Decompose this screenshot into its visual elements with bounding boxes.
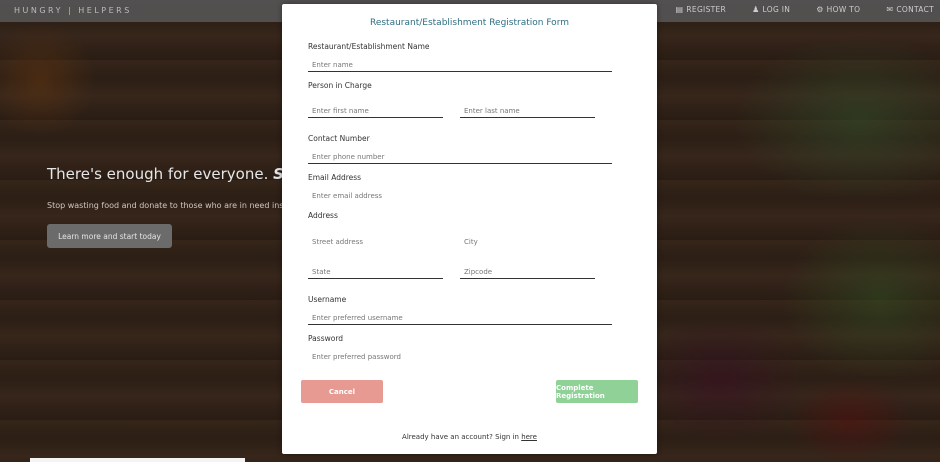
sign-in-text: Already have an account? Sign in [402,433,519,441]
establishment-name-input[interactable]: Enter name [308,59,612,72]
nav-register[interactable]: ▤ REGISTER [676,5,727,14]
nav-contact-label: CONTACT [896,5,934,14]
nav-contact[interactable]: ✉ CONTACT [886,5,934,14]
password-input[interactable]: Enter preferred password [308,350,612,363]
establishment-name-label: Restaurant/Establishment Name [308,42,430,51]
nav-login[interactable]: ♟ LOG IN [752,5,790,14]
learn-more-button[interactable]: Learn more and start today [47,224,172,248]
nav-login-label: LOG IN [762,5,791,14]
nav-howto-label: HOW TO [826,5,861,14]
bottom-strip [30,458,245,462]
street-address-input[interactable]: Street address [308,235,443,248]
hero-title: There's enough for everyone. SHA [47,165,308,183]
gear-icon: ⚙ [816,5,824,14]
hero-title-plain: There's enough for everyone. [47,165,269,183]
email-label: Email Address [308,173,362,182]
username-label: Username [308,295,347,304]
last-name-input[interactable]: Enter last name [460,105,595,118]
contact-icon: ✉ [886,5,894,14]
person-in-charge-label: Person in Charge [308,81,372,90]
phone-input[interactable]: Enter phone number [308,151,612,164]
nav-register-label: REGISTER [686,5,727,14]
first-name-input[interactable]: Enter first name [308,105,443,118]
username-input[interactable]: Enter preferred username [308,312,612,325]
sign-in-link[interactable]: here [521,433,537,441]
email-input[interactable]: Enter email address [308,189,612,202]
brand-logo[interactable]: HUNGRY | HELPERS [14,6,132,15]
hero-subtitle: Stop wasting food and donate to those wh… [47,201,287,210]
nav-howto[interactable]: ⚙ HOW TO [816,5,860,14]
nav-links: ▤ REGISTER ♟ LOG IN ⚙ HOW TO ✉ CONTACT [650,5,934,14]
sign-in-prompt: Already have an account? Sign in here [282,433,657,441]
password-label: Password [308,334,344,343]
address-label: Address [308,211,338,220]
modal-title: Restaurant/Establishment Registration Fo… [369,18,570,28]
city-input[interactable]: City [460,235,595,248]
cancel-button[interactable]: Cancel [301,380,383,403]
complete-registration-button[interactable]: Complete Registration [556,380,638,403]
contact-number-label: Contact Number [308,134,370,143]
zipcode-input[interactable]: Zipcode [460,266,595,279]
registration-modal: Restaurant/Establishment Registration Fo… [282,4,657,454]
register-icon: ▤ [675,5,684,14]
state-input[interactable]: State [308,266,443,279]
user-icon: ♟ [752,5,760,14]
